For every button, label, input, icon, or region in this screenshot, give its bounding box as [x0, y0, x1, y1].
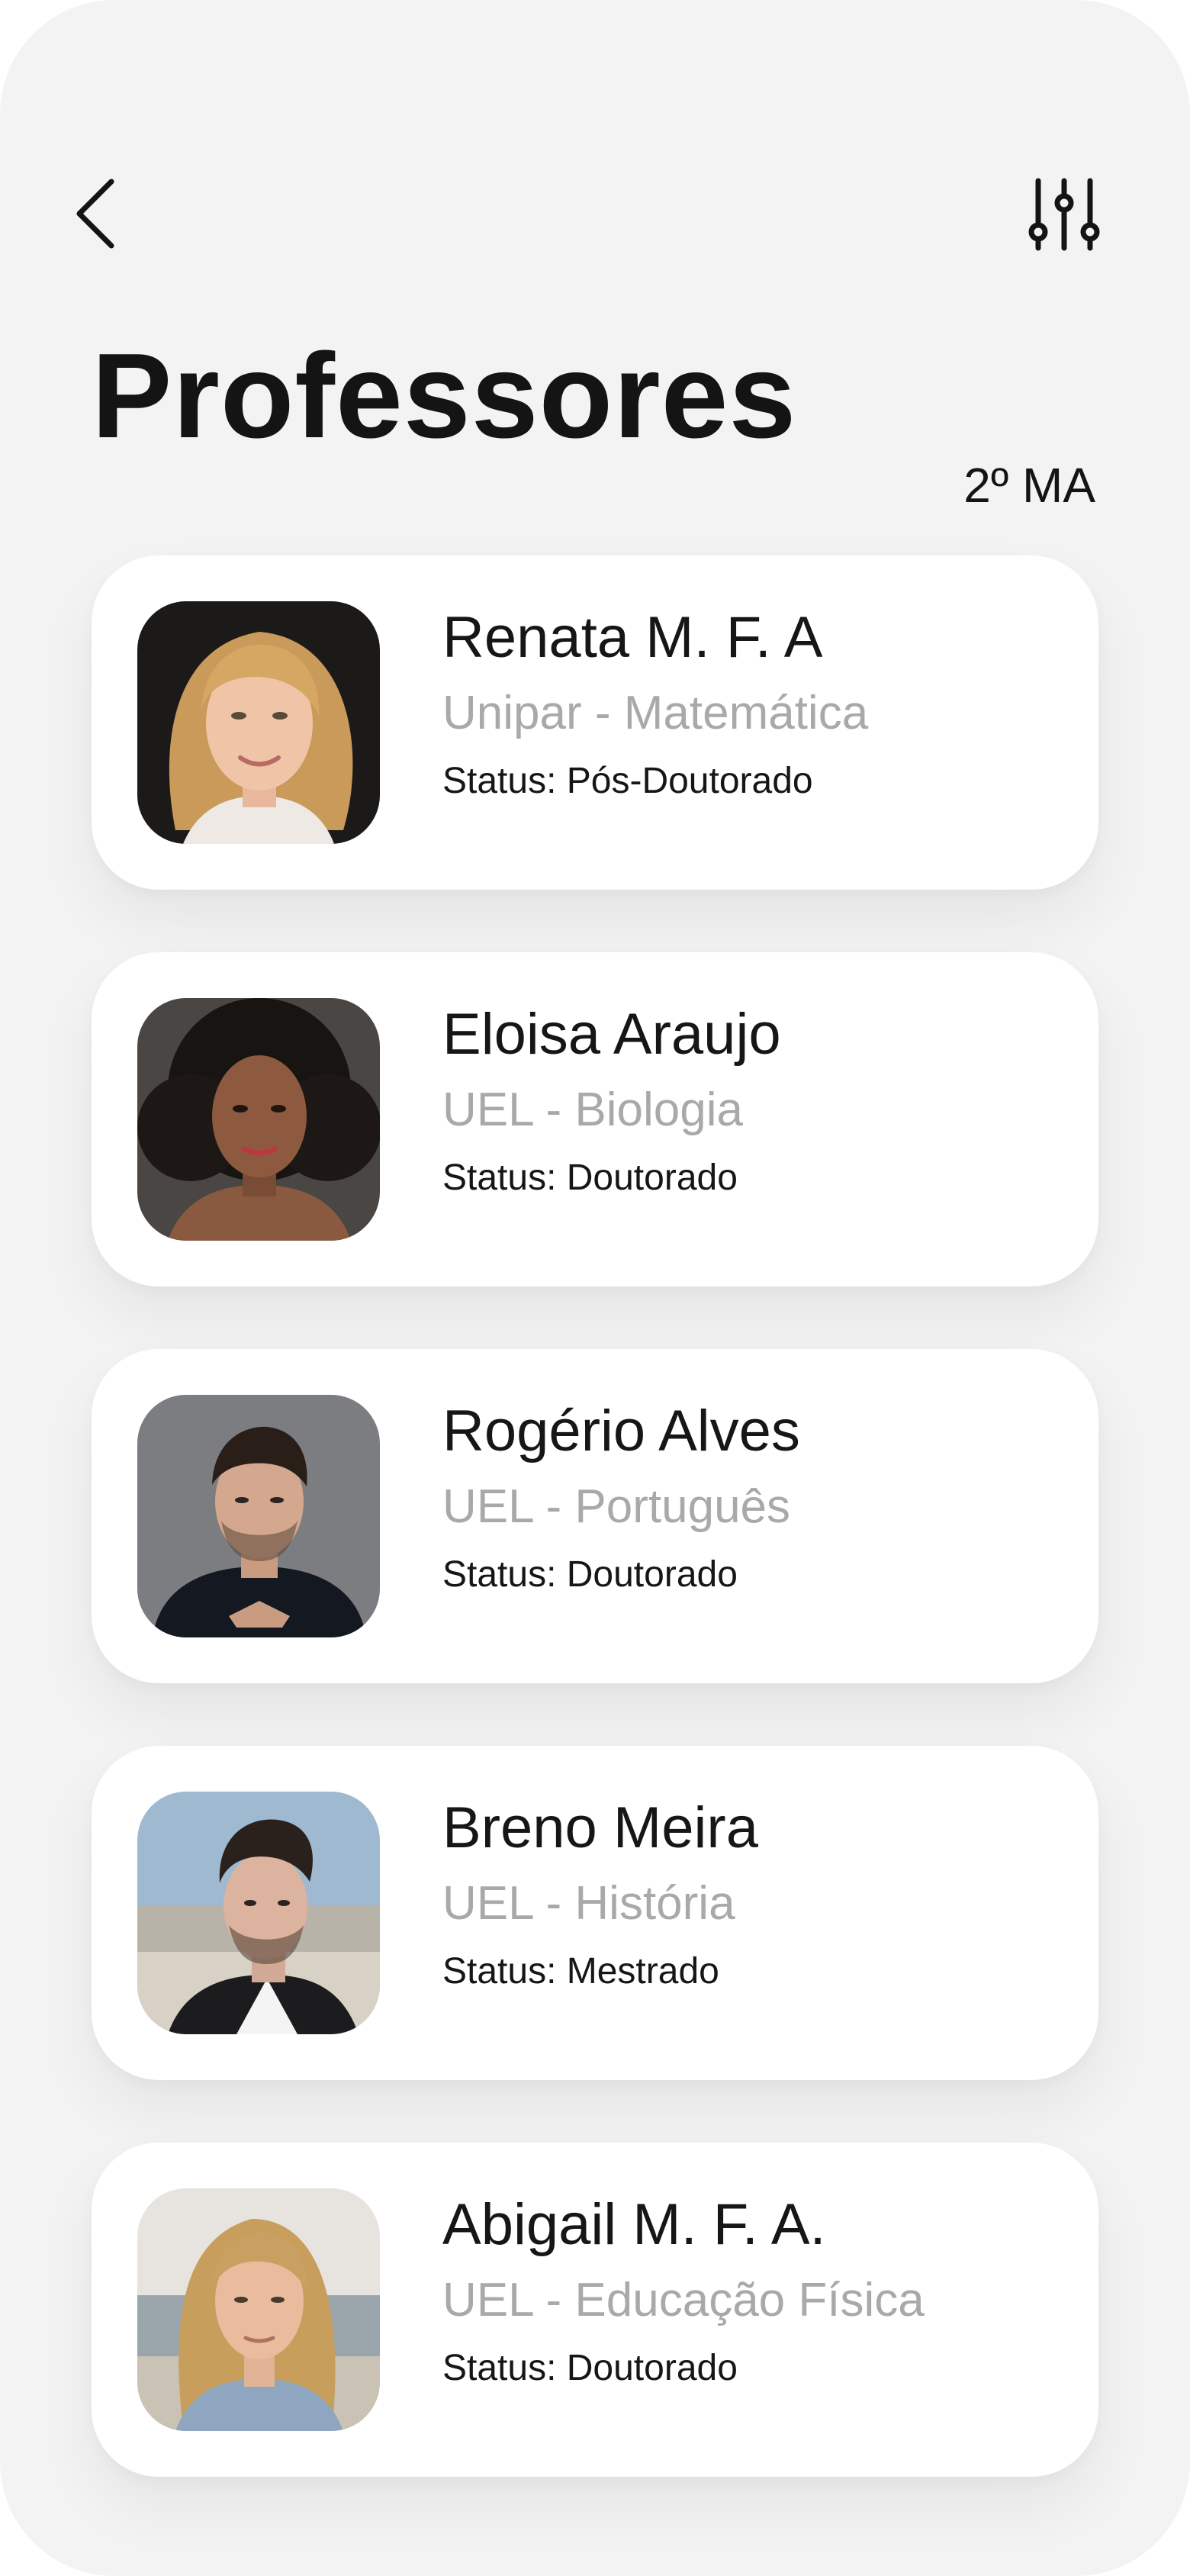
chevron-left-icon	[76, 179, 114, 249]
sliders-icon	[1028, 178, 1100, 251]
teacher-subject: UEL - Português	[442, 1480, 791, 1533]
teacher-info: Abigail M. F. A. UEL - Educação Física S…	[442, 2196, 1068, 2387]
teacher-subject: UEL - Biologia	[442, 1084, 744, 1136]
teacher-info: Renata M. F. A Unipar - Matemática Statu…	[442, 609, 1068, 800]
teacher-status: Status: Pós-Doutorado	[442, 761, 813, 801]
teacher-name: Renata M. F. A	[442, 605, 823, 670]
teacher-name: Rogério Alves	[442, 1399, 800, 1463]
filter-button[interactable]	[1022, 172, 1106, 256]
teacher-card[interactable]: Renata M. F. A Unipar - Matemática Statu…	[92, 555, 1098, 890]
teacher-info: Rogério Alves UEL - Português Status: Do…	[442, 1402, 1068, 1593]
teacher-card[interactable]: Abigail M. F. A. UEL - Educação Física S…	[92, 2143, 1098, 2477]
teacher-name: Abigail M. F. A.	[442, 2192, 826, 2257]
teacher-subject: Unipar - Matemática	[442, 687, 869, 739]
avatar	[137, 601, 380, 844]
avatar	[137, 2188, 380, 2431]
back-button[interactable]	[73, 168, 150, 259]
teacher-card[interactable]: Eloisa Araujo UEL - Biologia Status: Dou…	[92, 952, 1098, 1286]
teacher-card[interactable]: Rogério Alves UEL - Português Status: Do…	[92, 1349, 1098, 1683]
teacher-list: Renata M. F. A Unipar - Matemática Statu…	[92, 555, 1098, 2539]
teacher-subject: UEL - História	[442, 1877, 735, 1930]
page-title: Professores	[92, 329, 797, 463]
teacher-info: Breno Meira UEL - História Status: Mestr…	[442, 1799, 1068, 1990]
teacher-status: Status: Mestrado	[442, 1951, 719, 1992]
avatar	[137, 1395, 380, 1637]
teacher-info: Eloisa Araujo UEL - Biologia Status: Dou…	[442, 1006, 1068, 1196]
avatar	[137, 1792, 380, 2034]
teacher-status: Status: Doutorado	[442, 1158, 738, 1198]
screen: Professores 2º MA Renata M. F. A Unipar …	[0, 0, 1190, 2576]
teacher-card[interactable]: Breno Meira UEL - História Status: Mestr…	[92, 1746, 1098, 2080]
teacher-name: Breno Meira	[442, 1795, 758, 1860]
avatar	[137, 998, 380, 1241]
class-label: 2º MA	[963, 458, 1095, 513]
teacher-name: Eloisa Araujo	[442, 1002, 781, 1067]
teacher-status: Status: Doutorado	[442, 2348, 738, 2388]
teacher-subject: UEL - Educação Física	[442, 2274, 925, 2326]
teacher-status: Status: Doutorado	[442, 1554, 738, 1595]
